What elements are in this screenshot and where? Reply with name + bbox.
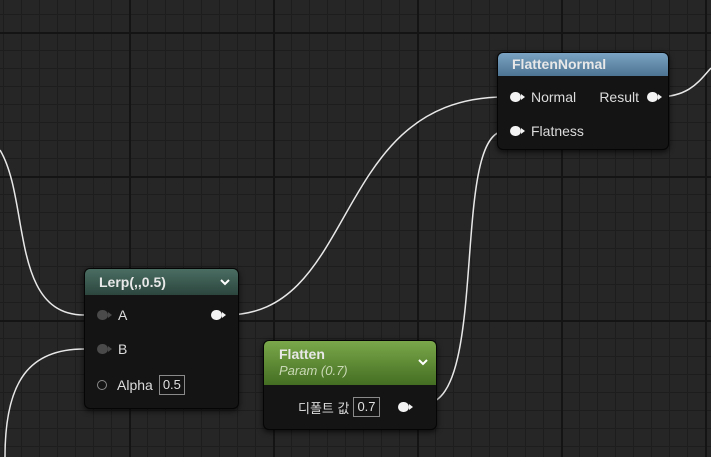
lerp-output-row — [211, 305, 226, 325]
lerp-output-pin[interactable] — [211, 310, 226, 320]
default-value-label: 디폴트 값 — [298, 400, 350, 416]
alpha-input-pin[interactable] — [97, 380, 107, 390]
result-output-pin[interactable] — [647, 92, 662, 102]
flatten-title: Flatten — [279, 346, 325, 362]
alpha-input-label: Alpha — [117, 377, 153, 393]
a-input-label: A — [118, 307, 128, 323]
a-input-row: A — [97, 305, 127, 325]
lerp-header[interactable]: Lerp(,,0.5) — [85, 269, 238, 295]
flatten-normal-title: FlattenNormal — [512, 56, 607, 72]
wire-left-to-lerp-b — [4, 348, 85, 457]
chevron-down-icon[interactable] — [417, 356, 429, 368]
flatness-input-pin[interactable] — [510, 126, 525, 136]
b-input-label: B — [118, 341, 128, 357]
wire-left-to-lerp-a — [0, 149, 85, 316]
flatten-param-node[interactable]: Flatten Param (0.7) 디폴트 값 0.7 — [263, 340, 437, 430]
default-value-row: 디폴트 값 0.7 — [298, 397, 413, 417]
a-input-pin[interactable] — [97, 310, 112, 320]
chevron-down-icon[interactable] — [219, 276, 231, 288]
result-output-row: Result — [599, 87, 662, 107]
flatness-input-label: Flatness — [531, 123, 584, 139]
b-input-row: B — [97, 339, 127, 359]
result-output-label: Result — [599, 89, 639, 105]
flatten-header[interactable]: Flatten Param (0.7) — [264, 341, 436, 385]
flatten-normal-header[interactable]: FlattenNormal — [498, 53, 668, 76]
flatten-normal-node[interactable]: FlattenNormal Normal Result Flatness — [497, 52, 669, 150]
flatten-subtitle: Param (0.7) — [279, 363, 348, 378]
alpha-value-field[interactable]: 0.5 — [158, 375, 185, 395]
wire-lerp-to-normal — [225, 96, 506, 316]
default-value-field[interactable]: 0.7 — [353, 397, 380, 417]
alpha-input-row: Alpha 0.5 — [97, 375, 185, 395]
normal-input-label: Normal — [531, 89, 577, 105]
lerp-node[interactable]: Lerp(,,0.5) A B Alpha 0.5 — [84, 268, 239, 409]
flatten-output-pin[interactable] — [397, 402, 413, 412]
b-input-pin[interactable] — [97, 344, 112, 354]
normal-input-pin[interactable] — [510, 92, 525, 102]
normal-input-row: Normal — [510, 87, 576, 107]
lerp-title: Lerp(,,0.5) — [99, 274, 166, 290]
flatness-input-row: Flatness — [510, 121, 584, 141]
